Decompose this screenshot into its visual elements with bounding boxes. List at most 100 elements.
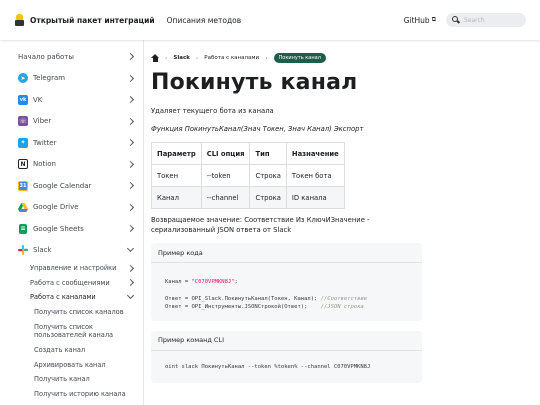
table-row: Канал --channel Строка ID канала (151, 186, 345, 209)
table-header: Тип (249, 142, 287, 165)
code-line: Ответ = OPI_Slack.ПокинутьКанал(Токен, К… (165, 295, 408, 304)
brand-logo-icon (14, 14, 25, 26)
chevron-right-icon[interactable] (125, 205, 135, 210)
slack-icon (18, 245, 28, 256)
code-text: Ответ = OPI_Slack.ПокинутьКанал(Токен, К… (165, 295, 321, 302)
chevron-right-icon[interactable] (125, 266, 135, 271)
chevron-right-icon[interactable] (125, 183, 135, 188)
sidebar-item-label: Google Sheets (33, 224, 84, 233)
sidebar-item-vk[interactable]: vk VK (18, 89, 135, 111)
sidebar-item-notion[interactable]: N Notion (18, 154, 135, 176)
table-cell: ID канала (285, 186, 345, 209)
function-signature: Функция ПокинутьКанал(Знач Токен, Знач К… (151, 125, 364, 133)
code-text: Канал = (165, 279, 192, 286)
sidebar-item-label: Google Calendar (33, 181, 92, 190)
sidebar-subitem-label: Работа с каналами (30, 293, 96, 302)
brand-link[interactable]: Открытый пакет интеграций (14, 14, 155, 26)
google-drive-icon (18, 202, 28, 212)
code-string: "C070VPMKN8J" (191, 279, 235, 286)
sidebar-subitem-label: Работа с сообщениями (30, 278, 110, 287)
sidebar-item-slack[interactable]: Slack (18, 240, 135, 262)
sidebar-item-label: Google Drive (33, 203, 79, 212)
table-cell: --channel (200, 186, 251, 209)
page-description: Удаляет текущего бота из канала (151, 107, 274, 115)
return-value-text: Возвращаемое значение: Соответствие Из К… (151, 216, 370, 235)
table-header: CLI опция (200, 142, 251, 165)
chevron-right-icon[interactable] (125, 76, 135, 81)
code-comment: //JSON строка (320, 304, 364, 311)
breadcrumb-current: Покинуть канал (273, 53, 326, 63)
nav-methods-link[interactable]: Описания методов (167, 16, 242, 25)
chevron-right-icon[interactable] (125, 54, 135, 59)
code-line: Ответ = OPI_Инструменты.JSONСтрокой(Отве… (165, 303, 408, 312)
breadcrumb: › Slack › Работа с каналами › Покинуть к… (151, 52, 531, 64)
breadcrumb-channels[interactable]: Работа с каналами (204, 55, 259, 61)
sidebar-subitem-channels[interactable]: Работа с каналами (18, 290, 135, 305)
github-link[interactable]: GitHub ⧉ (404, 16, 436, 25)
sidebar-link-get-channel-users[interactable]: Получить список пользователей канала (18, 319, 135, 343)
chevron-down-icon[interactable] (125, 296, 135, 298)
sidebar-item-google-calendar[interactable]: 31 Google Calendar (18, 175, 135, 197)
google-sheets-icon: ≡ (19, 223, 27, 234)
sidebar-link-get-channel[interactable]: Получить канал (18, 372, 135, 387)
sidebar-item-getting-started[interactable]: Начало работы (18, 46, 135, 68)
search-icon (452, 16, 461, 24)
sidebar-link-get-channel-history[interactable]: Получить историю канала (18, 387, 135, 402)
table-cell: Токен бота (285, 164, 345, 187)
sidebar-item-viber[interactable]: ☏ Viber (18, 111, 135, 133)
chevron-down-icon[interactable] (125, 249, 135, 251)
table-cell: Токен (151, 164, 202, 187)
sidebar-item-telegram[interactable]: ➤ Telegram (18, 68, 135, 90)
chevron-right-icon[interactable] (125, 280, 135, 285)
params-table: Параметр CLI опция Тип Назначение Токен … (151, 142, 345, 209)
sidebar-link-get-channel-list[interactable]: Получить список каналов (18, 305, 135, 320)
brand-title: Открытый пакет интеграций (30, 15, 155, 25)
google-calendar-icon: 31 (18, 180, 28, 191)
search-box[interactable] (446, 13, 526, 27)
chevron-right-icon[interactable] (125, 97, 135, 102)
search-input[interactable] (464, 16, 524, 24)
chevron-right-icon[interactable] (125, 140, 135, 145)
sidebar-item-label: Notion (33, 160, 56, 169)
top-navbar: Открытый пакет интеграций Описания метод… (0, 0, 540, 40)
sidebar-subitem-messages[interactable]: Работа с сообщениями (18, 276, 135, 291)
telegram-icon: ➤ (18, 73, 28, 84)
table-cell: Канал (151, 186, 202, 209)
sidebar-item-label: VK (33, 95, 43, 104)
sidebar-link-archive-channel[interactable]: Архивировать канал (18, 358, 135, 373)
notion-icon: N (18, 159, 28, 170)
cli-command: oint slack ПокинутьКанал --token %token%… (165, 363, 371, 370)
sidebar-item-google-sheets[interactable]: ≡ Google Sheets (18, 218, 135, 240)
table-header: Назначение (285, 142, 345, 165)
sidebar-item-google-drive[interactable]: Google Drive (18, 197, 135, 219)
breadcrumb-separator-icon: › (165, 54, 168, 62)
cli-example-body[interactable]: oint slack ПокинутьКанал --token %token%… (151, 351, 422, 384)
sidebar-item-label: Slack (33, 246, 52, 255)
sidebar-item-label: Viber (33, 117, 52, 126)
table-header-row: Параметр CLI опция Тип Назначение (151, 142, 345, 165)
main-content: › Slack › Работа с каналами › Покинуть к… (151, 52, 531, 384)
external-link-icon: ⧉ (431, 16, 436, 23)
chevron-right-icon[interactable] (125, 119, 135, 124)
sidebar-link-create-channel[interactable]: Создать канал (18, 343, 135, 358)
table-row: Токен --token Строка Токен бота (151, 164, 345, 187)
code-text: ; (234, 279, 238, 286)
code-comment: //Соответствие (320, 295, 367, 302)
chevron-right-icon[interactable] (125, 162, 135, 167)
chevron-right-icon[interactable] (125, 226, 135, 231)
breadcrumb-separator-icon: › (195, 54, 199, 62)
sidebar-item-label: Twitter (33, 138, 57, 147)
breadcrumb-separator-icon: › (265, 54, 268, 62)
code-example-title: Пример кода (151, 243, 422, 264)
sidebar-item-label: Telegram (33, 74, 66, 83)
table-cell: Строка (249, 186, 287, 209)
code-example-block: Пример кода Канал = "C070VPMKN8J"; Ответ … (151, 243, 422, 321)
sidebar-subitem-management[interactable]: Управление и настройки (18, 261, 135, 276)
sidebar-item-twitter[interactable]: ✦ Twitter (18, 132, 135, 154)
table-header: Параметр (151, 142, 202, 165)
sidebar-item-label: Начало работы (18, 52, 74, 61)
code-example-body[interactable]: Канал = "C070VPMKN8J"; Ответ = OPI_Slack.… (151, 263, 422, 321)
home-icon[interactable] (151, 54, 159, 62)
breadcrumb-slack[interactable]: Slack (173, 55, 189, 61)
code-line: Канал = "C070VPMKN8J"; (165, 278, 408, 287)
